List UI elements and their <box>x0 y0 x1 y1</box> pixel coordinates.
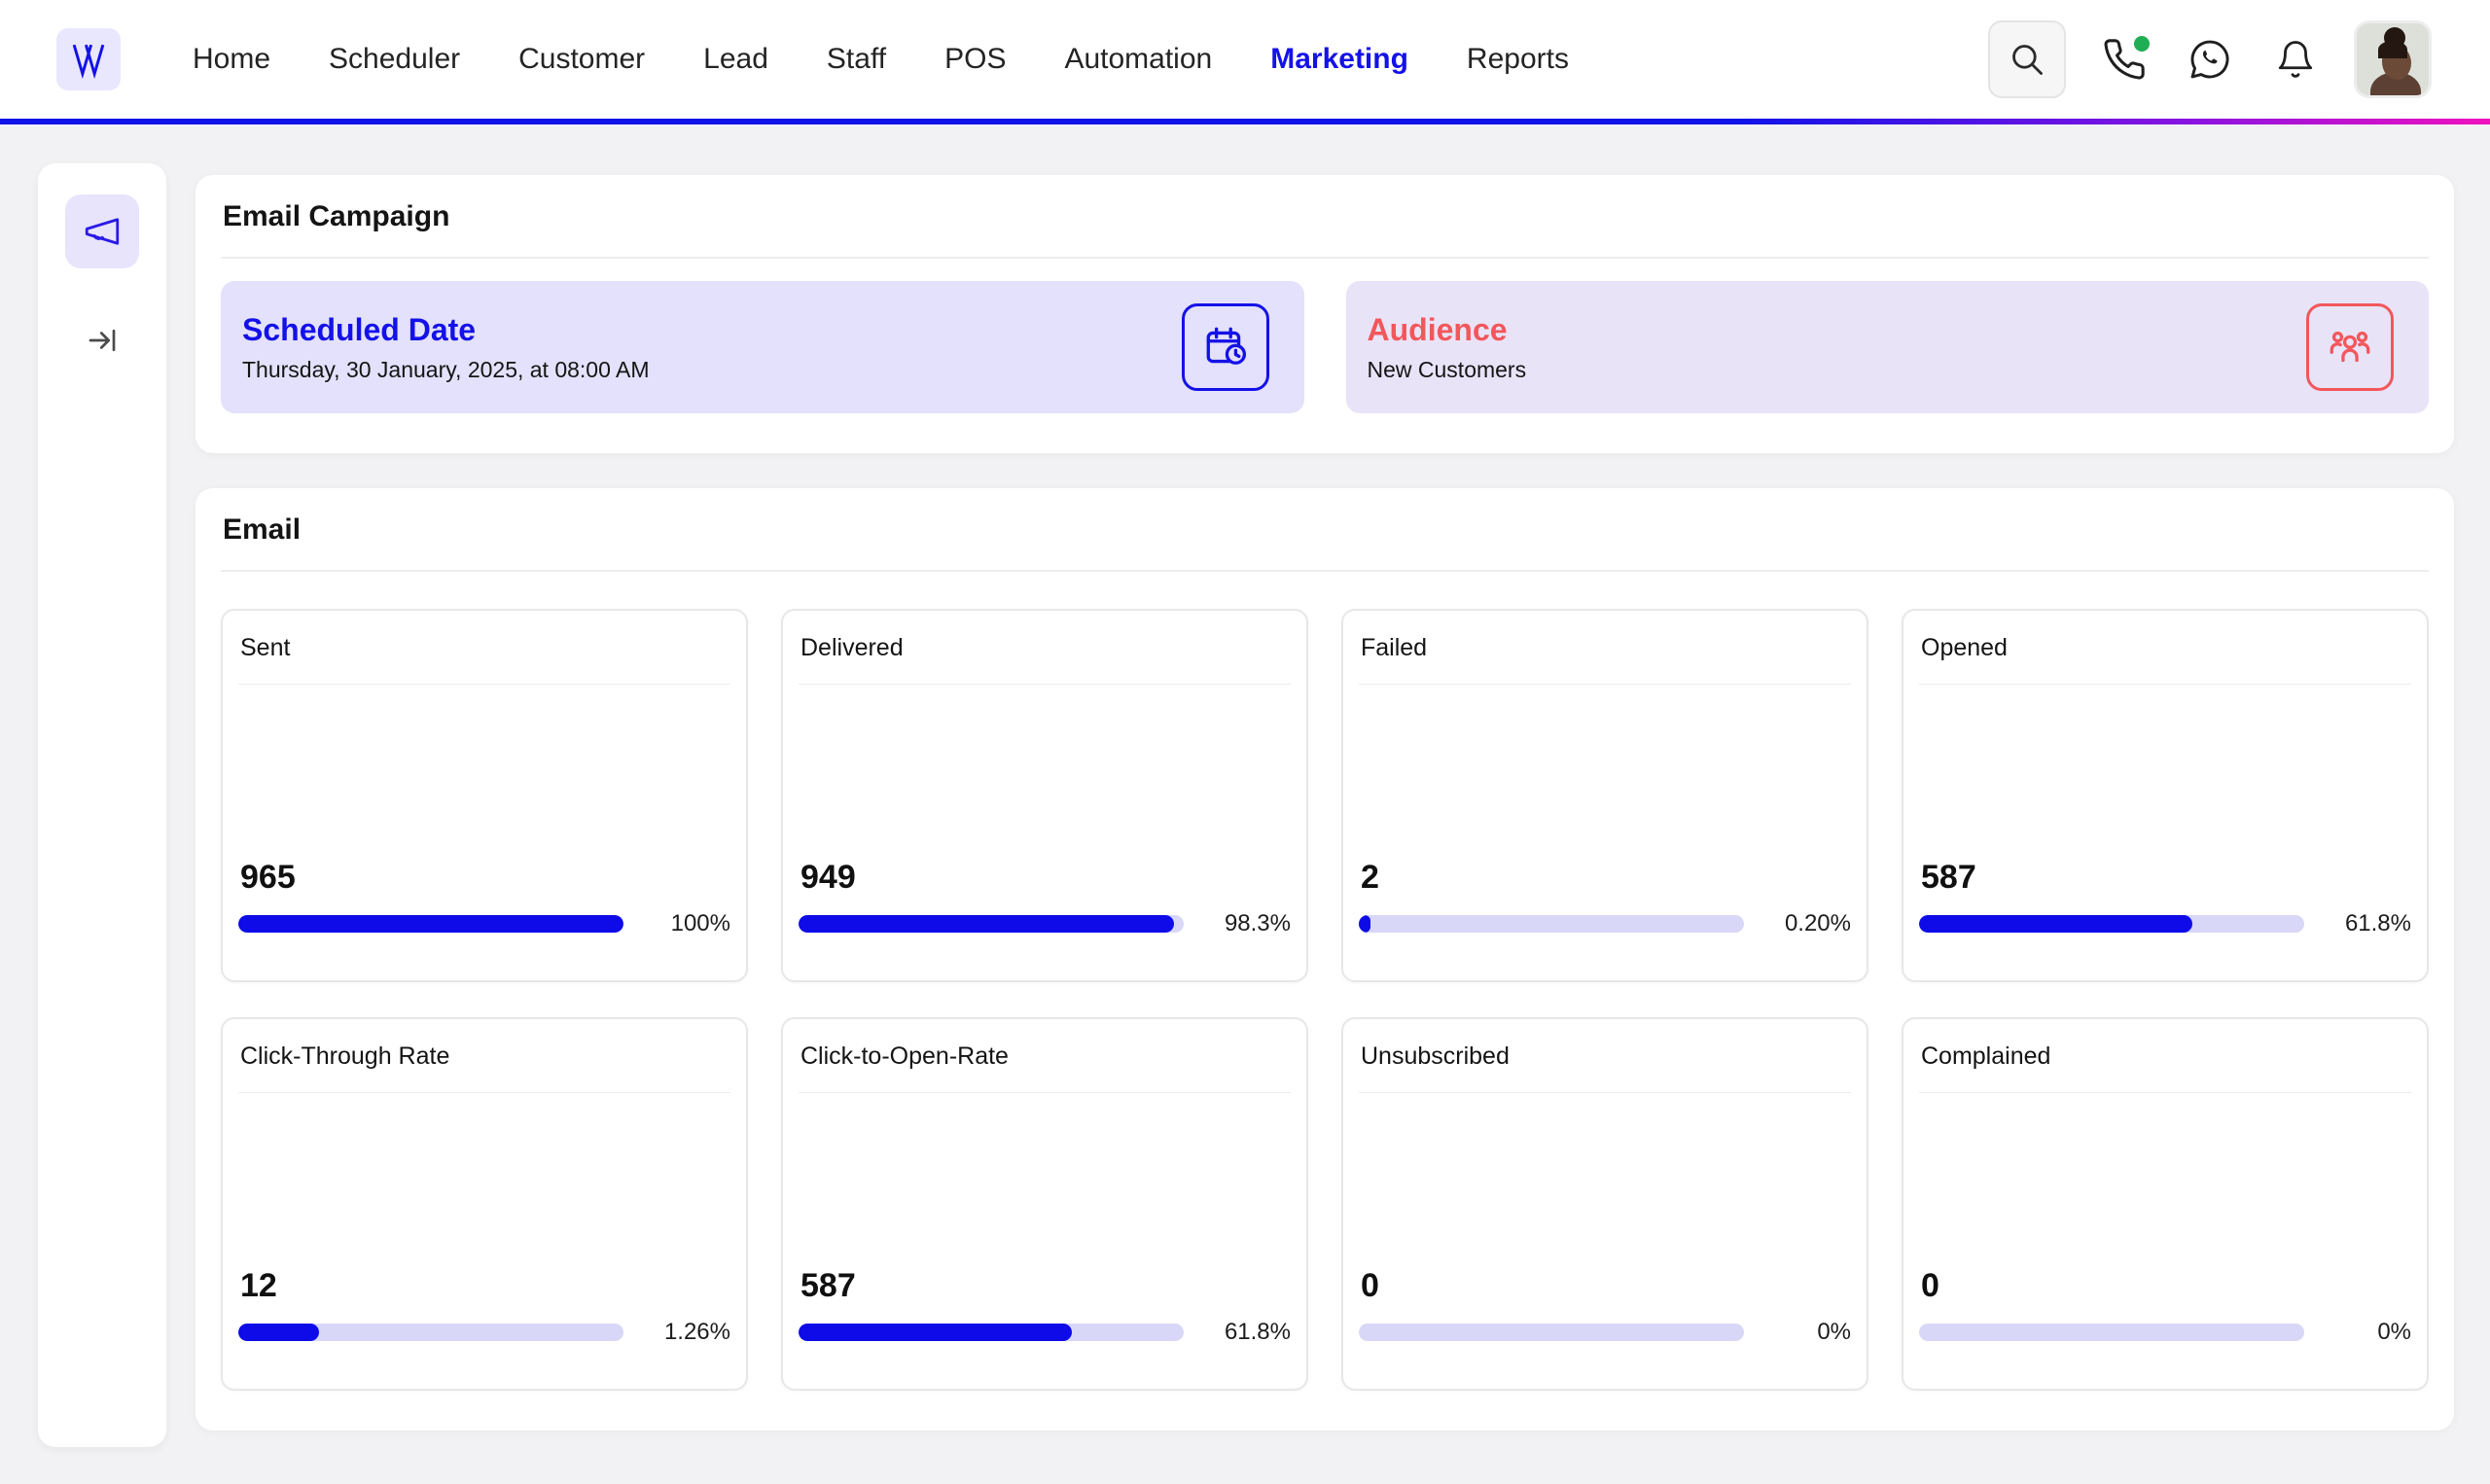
audience-button[interactable] <box>2306 303 2394 391</box>
metric-percent: 0% <box>1761 1319 1851 1346</box>
sidebar <box>38 163 166 1447</box>
progress-track <box>1919 915 2304 933</box>
metric-value: 12 <box>238 1267 730 1305</box>
progress-track <box>1919 1324 2304 1341</box>
metric-title: Click-to-Open-Rate <box>799 1042 1291 1071</box>
nav-item-pos[interactable]: POS <box>915 43 1035 76</box>
email-metrics-panel: Email Sent 965 100% Delivered 949 <box>196 488 2454 1431</box>
progress-fill <box>799 915 1174 933</box>
brand-logo[interactable] <box>56 28 121 90</box>
nav-item-automation[interactable]: Automation <box>1035 43 1241 76</box>
metric-title: Opened <box>1919 634 2411 662</box>
phone-status-dot <box>2134 36 2150 52</box>
progress-track <box>799 1324 1184 1341</box>
nav-item-home[interactable]: Home <box>163 43 300 76</box>
metric-value: 965 <box>238 859 730 897</box>
progress-fill <box>238 1324 319 1341</box>
metric-value: 587 <box>1919 859 2411 897</box>
phone-button[interactable] <box>2097 32 2152 87</box>
metric-card-complained: Complained 0 0% <box>1902 1017 2429 1391</box>
metric-value: 587 <box>799 1267 1291 1305</box>
top-navbar: Home Scheduler Customer Lead Staff POS A… <box>0 0 2490 119</box>
campaign-cards: Scheduled Date Thursday, 30 January, 202… <box>221 281 2429 413</box>
progress-fill <box>1359 915 1370 933</box>
metric-card-opened: Opened 587 61.8% <box>1902 609 2429 982</box>
metric-percent: 61.8% <box>1201 1319 1291 1346</box>
sidebar-expand-button[interactable] <box>85 323 120 358</box>
metric-percent: 98.3% <box>1201 910 1291 937</box>
whatsapp-button[interactable] <box>2183 32 2237 87</box>
metric-card-unsubscribed: Unsubscribed 0 0% <box>1341 1017 1868 1391</box>
metric-card-failed: Failed 2 0.20% <box>1341 609 1868 982</box>
audience-title: Audience <box>1368 312 1527 348</box>
scheduled-date-card: Scheduled Date Thursday, 30 January, 202… <box>221 281 1304 413</box>
metric-percent: 0.20% <box>1761 910 1851 937</box>
main-nav: Home Scheduler Customer Lead Staff POS A… <box>163 43 1598 76</box>
metric-value: 0 <box>1359 1267 1851 1305</box>
metric-value: 949 <box>799 859 1291 897</box>
nav-item-marketing[interactable]: Marketing <box>1241 43 1438 76</box>
metric-row-2: Click-Through Rate 12 1.26% Click-to-Ope… <box>221 1017 2429 1391</box>
bell-icon <box>2275 39 2316 80</box>
progress-track <box>238 915 623 933</box>
expand-sidebar-icon <box>85 323 120 358</box>
metric-title: Unsubscribed <box>1359 1042 1851 1071</box>
whatsapp-icon <box>2188 38 2231 81</box>
metric-card-click-through-rate: Click-Through Rate 12 1.26% <box>221 1017 748 1391</box>
progress-fill <box>799 1324 1072 1341</box>
progress-track <box>1359 915 1744 933</box>
scheduled-date-button[interactable] <box>1182 303 1269 391</box>
megaphone-icon <box>82 211 123 252</box>
avatar-hair-bun <box>2384 27 2405 49</box>
nav-item-customer[interactable]: Customer <box>489 43 674 76</box>
progress-track <box>799 915 1184 933</box>
metric-card-delivered: Delivered 949 98.3% <box>781 609 1308 982</box>
metric-title: Failed <box>1359 634 1851 662</box>
email-campaign-panel: Email Campaign Scheduled Date Thursday, … <box>196 175 2454 453</box>
audience-value: New Customers <box>1368 357 1527 383</box>
sidebar-item-marketing-campaign[interactable] <box>65 194 139 268</box>
metric-value: 2 <box>1359 859 1851 897</box>
metric-title: Sent <box>238 634 730 662</box>
progress-fill <box>1919 915 2192 933</box>
metric-card-click-to-open-rate: Click-to-Open-Rate 587 61.8% <box>781 1017 1308 1391</box>
audience-card: Audience New Customers <box>1346 281 2430 413</box>
calendar-clock-icon <box>1201 323 1250 371</box>
metric-percent: 1.26% <box>641 1319 730 1346</box>
metric-title: Delivered <box>799 634 1291 662</box>
logo-w-icon <box>67 39 110 80</box>
nav-gradient-underline <box>0 119 2490 124</box>
nav-item-reports[interactable]: Reports <box>1438 43 1598 76</box>
metric-value: 0 <box>1919 1267 2411 1305</box>
users-group-icon <box>2326 323 2374 371</box>
metric-title: Click-Through Rate <box>238 1042 730 1071</box>
notifications-button[interactable] <box>2268 32 2323 87</box>
metric-percent: 100% <box>641 910 730 937</box>
search-icon <box>2007 39 2047 80</box>
scheduled-date-value: Thursday, 30 January, 2025, at 08:00 AM <box>242 357 650 383</box>
email-campaign-title: Email Campaign <box>221 200 2429 233</box>
metric-percent: 61.8% <box>2322 910 2411 937</box>
nav-actions <box>1988 20 2432 98</box>
avatar[interactable] <box>2354 20 2432 98</box>
metric-row-1: Sent 965 100% Delivered 949 <box>221 609 2429 982</box>
search-button[interactable] <box>1988 20 2066 98</box>
nav-item-staff[interactable]: Staff <box>798 43 915 76</box>
nav-item-lead[interactable]: Lead <box>674 43 798 76</box>
metric-title: Complained <box>1919 1042 2411 1071</box>
nav-item-scheduler[interactable]: Scheduler <box>300 43 489 76</box>
progress-track <box>238 1324 623 1341</box>
email-section-title: Email <box>221 513 2429 547</box>
progress-fill <box>238 915 623 933</box>
divider <box>221 570 2429 572</box>
main-content: Email Campaign Scheduled Date Thursday, … <box>196 175 2454 1431</box>
scheduled-date-title: Scheduled Date <box>242 312 650 348</box>
progress-track <box>1359 1324 1744 1341</box>
divider <box>221 257 2429 259</box>
metric-percent: 0% <box>2322 1319 2411 1346</box>
metric-card-sent: Sent 965 100% <box>221 609 748 982</box>
